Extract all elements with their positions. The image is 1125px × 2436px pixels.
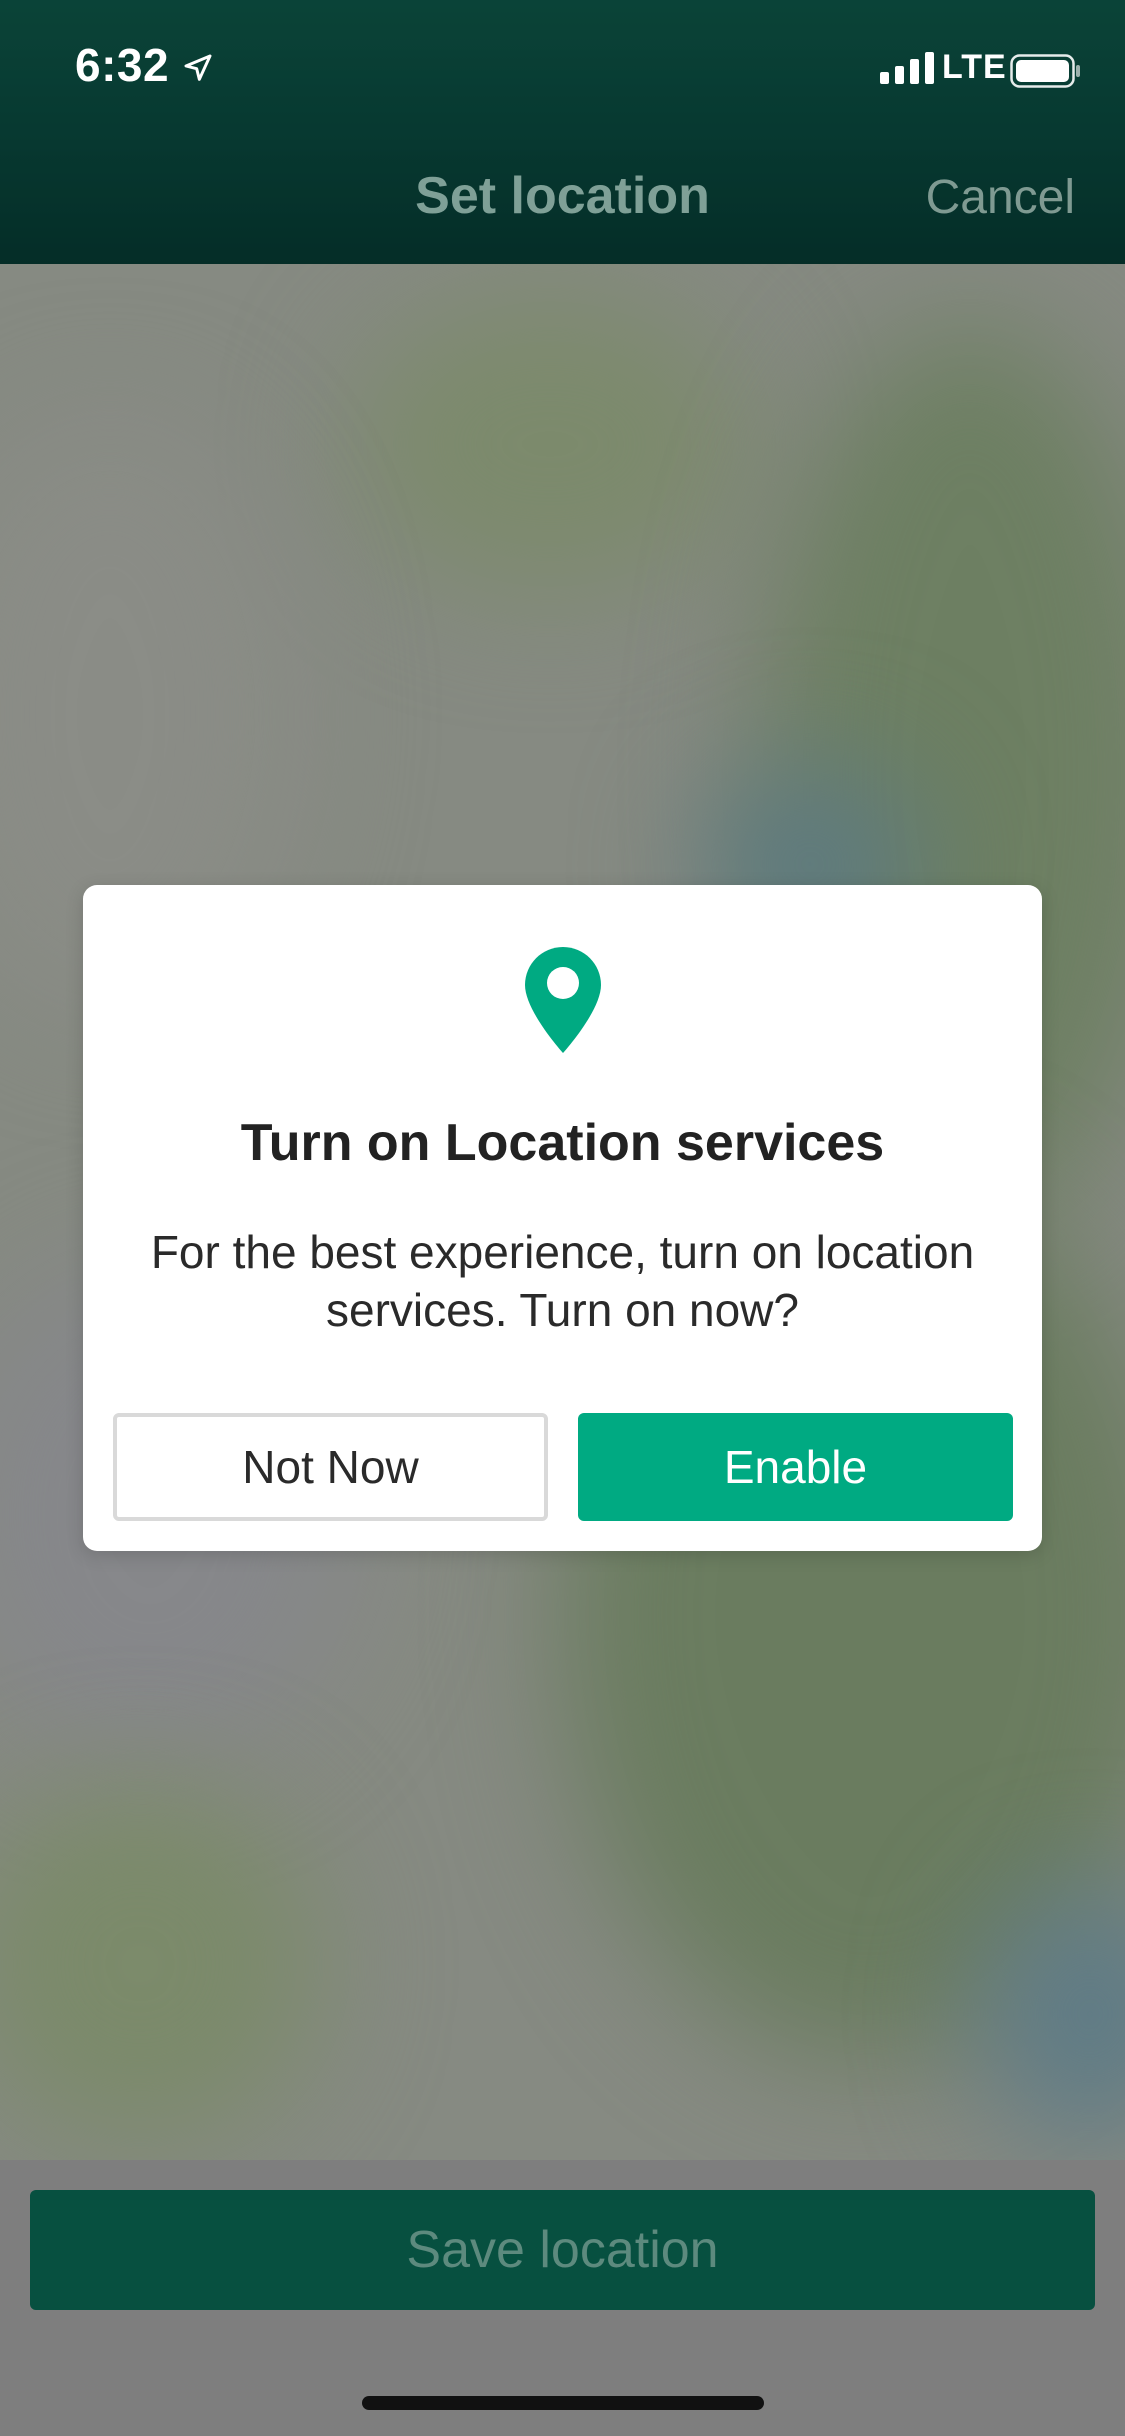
map-pin-icon <box>525 947 601 1053</box>
network-type: LTE <box>942 48 1007 86</box>
navigation-bar: 6:32 LTE Set location Cancel <box>0 0 1125 264</box>
signal-bars-icon <box>880 50 934 84</box>
location-arrow-icon <box>184 54 212 81</box>
status-time: 6:32 <box>75 39 170 91</box>
dialog-message: For the best experience, turn on locatio… <box>150 1226 975 1336</box>
battery-icon <box>1010 54 1080 88</box>
enable-button[interactable]: Enable <box>578 1413 1013 1521</box>
dialog-title: Turn on Location services <box>240 1114 885 1172</box>
save-location-button[interactable]: Save location <box>30 2190 1095 2310</box>
cancel-button[interactable]: Cancel <box>926 170 1075 225</box>
location-permission-dialog: Turn on Location services For the best e… <box>83 885 1042 1551</box>
map-area-green <box>350 294 750 594</box>
not-now-button[interactable]: Not Now <box>113 1413 548 1521</box>
map-area-green <box>0 1784 320 2144</box>
home-indicator[interactable] <box>362 2396 764 2410</box>
